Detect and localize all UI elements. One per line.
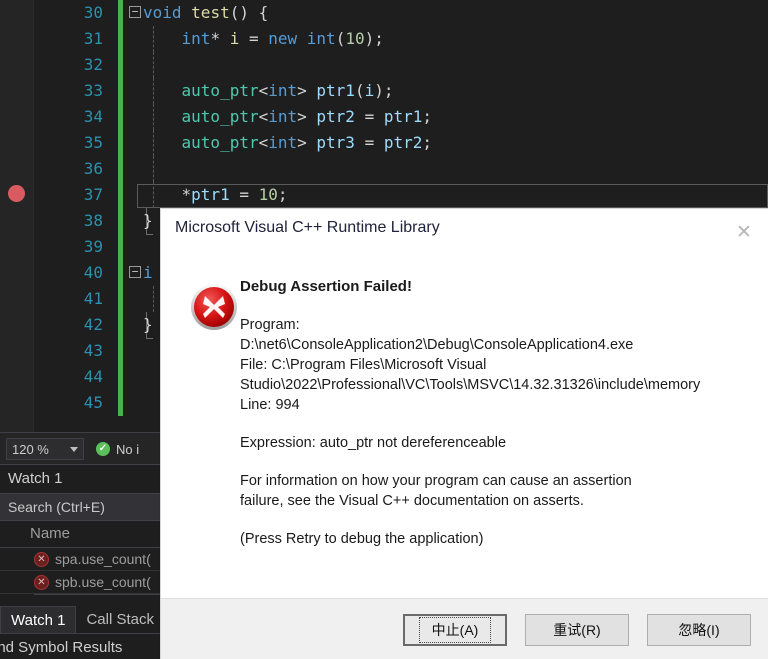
line-number: 40 [83, 263, 103, 282]
change-indicator-bar [118, 78, 123, 104]
change-indicator-bar [118, 208, 123, 234]
file-path-line-1: File: C:\Program Files\Microsoft Visual [240, 357, 487, 373]
dialog-button-abort[interactable]: 中止(A) [403, 613, 507, 646]
dialog-expression: Expression: auto_ptr not dereferenceable [240, 435, 507, 451]
line-number: 44 [83, 367, 103, 386]
line-number-label: Line: 994 [240, 397, 300, 413]
dialog-button-bar: 中止(A) 重试(R) 忽略(I) [161, 598, 768, 659]
change-indicator-bar [118, 260, 123, 286]
runtime-library-dialog: Microsoft Visual C++ Runtime Library ✕ D… [160, 208, 768, 659]
change-indicator-bar [118, 130, 123, 156]
dialog-retry-hint: (Press Retry to debug the application) [240, 531, 484, 547]
indent-guide [153, 156, 155, 182]
code-text: void test() { [143, 3, 269, 22]
collapse-toggle-icon[interactable]: − [129, 6, 141, 18]
tab-find-symbol-results[interactable]: ind Symbol Results [0, 639, 122, 656]
visual-studio-window: 30− void test() {31 int* i = new int(10);… [0, 0, 768, 659]
indent-guide [153, 52, 155, 78]
line-number: 45 [83, 393, 103, 412]
change-indicator-bar [118, 312, 123, 338]
program-label: Program: [240, 317, 300, 333]
line-number: 30 [83, 3, 103, 22]
info-line-2: failure, see the Visual C++ documentatio… [240, 493, 584, 509]
code-line[interactable]: 34 auto_ptr<int> ptr2 = ptr1; [33, 104, 768, 130]
code-text: } [143, 211, 153, 230]
change-indicator-bar [118, 156, 123, 182]
dialog-heading: Debug Assertion Failed! [240, 278, 412, 295]
change-indicator-bar [118, 0, 123, 26]
indent-guide [153, 286, 155, 312]
program-path: D:\net6\ConsoleApplication2\Debug\Consol… [240, 337, 634, 353]
issue-status[interactable]: ✓ No i [96, 442, 139, 457]
change-indicator-bar [118, 390, 123, 416]
change-indicator-bar [118, 104, 123, 130]
watch-expression-name: spa.use_count( [55, 551, 151, 567]
dialog-body: Debug Assertion Failed! Program: D:\net6… [240, 277, 755, 567]
code-text: i [143, 263, 153, 282]
breakpoint-margin[interactable] [0, 0, 34, 432]
change-indicator-bar [118, 26, 123, 52]
code-text: auto_ptr<int> ptr3 = ptr2; [181, 133, 433, 152]
info-line-1: For information on how your program can … [240, 473, 632, 489]
line-number: 35 [83, 133, 103, 152]
collapse-toggle-icon[interactable]: − [129, 266, 141, 278]
line-number: 37 [83, 185, 103, 204]
change-indicator-bar [118, 182, 123, 208]
code-line[interactable]: 35 auto_ptr<int> ptr3 = ptr2; [33, 130, 768, 156]
error-circle-icon [190, 283, 238, 331]
line-number: 39 [83, 237, 103, 256]
line-number: 32 [83, 55, 103, 74]
code-line[interactable]: 32 [33, 52, 768, 78]
dialog-program-block: Program: D:\net6\ConsoleApplication2\Deb… [240, 315, 755, 415]
code-text: auto_ptr<int> ptr2 = ptr1; [181, 107, 433, 126]
tab-watch-1[interactable]: Watch 1 [0, 606, 77, 634]
code-line[interactable]: 30 − void test() { [33, 0, 768, 26]
file-path-line-2: Studio\2022\Professional\VC\Tools\MSVC\1… [240, 377, 701, 393]
code-line[interactable]: 37 *ptr1 = 10; [33, 182, 768, 208]
change-indicator-bar [118, 234, 123, 260]
code-text: auto_ptr<int> ptr1(i); [181, 81, 394, 100]
line-number: 34 [83, 107, 103, 126]
error-icon: ✕ [34, 574, 49, 590]
code-line[interactable]: 33 auto_ptr<int> ptr1(i); [33, 78, 768, 104]
dialog-button-label: 忽略(I) [678, 621, 720, 638]
change-indicator-bar [118, 338, 123, 364]
tab-call-stack[interactable]: Call Stack [76, 606, 164, 634]
dialog-info-block: For information on how your program can … [240, 471, 755, 511]
dialog-title: Microsoft Visual C++ Runtime Library [175, 219, 440, 236]
breakpoint-indicator[interactable] [8, 185, 25, 202]
dialog-button-label: 重试(R) [553, 621, 601, 638]
line-number: 43 [83, 341, 103, 360]
dialog-button-label: 中止(A) [418, 616, 492, 643]
code-text: *ptr1 = 10; [181, 185, 288, 204]
line-number: 38 [83, 211, 103, 230]
dialog-button-ignore[interactable]: 忽略(I) [647, 613, 751, 646]
check-circle-icon: ✓ [96, 442, 110, 456]
change-indicator-bar [118, 364, 123, 390]
line-number: 36 [83, 159, 103, 178]
code-text: } [143, 315, 153, 334]
code-line[interactable]: 36 [33, 156, 768, 182]
line-number: 41 [83, 289, 103, 308]
close-icon[interactable]: ✕ [733, 221, 755, 243]
zoom-level-value: 120 % [12, 441, 49, 457]
code-line[interactable]: 31 int* i = new int(10); [33, 26, 768, 52]
zoom-level-dropdown[interactable]: 120 % [6, 438, 84, 460]
chevron-down-icon [70, 446, 78, 452]
issue-status-label: No i [116, 441, 140, 457]
change-indicator-bar [118, 52, 123, 78]
code-text: int* i = new int(10); [181, 29, 384, 48]
watch-expression-name: spb.use_count( [55, 574, 151, 590]
dialog-button-retry[interactable]: 重试(R) [525, 613, 629, 646]
error-icon: ✕ [34, 551, 49, 567]
change-indicator-bar [118, 286, 123, 312]
line-number: 31 [83, 29, 103, 48]
line-number: 42 [83, 315, 103, 334]
line-number: 33 [83, 81, 103, 100]
